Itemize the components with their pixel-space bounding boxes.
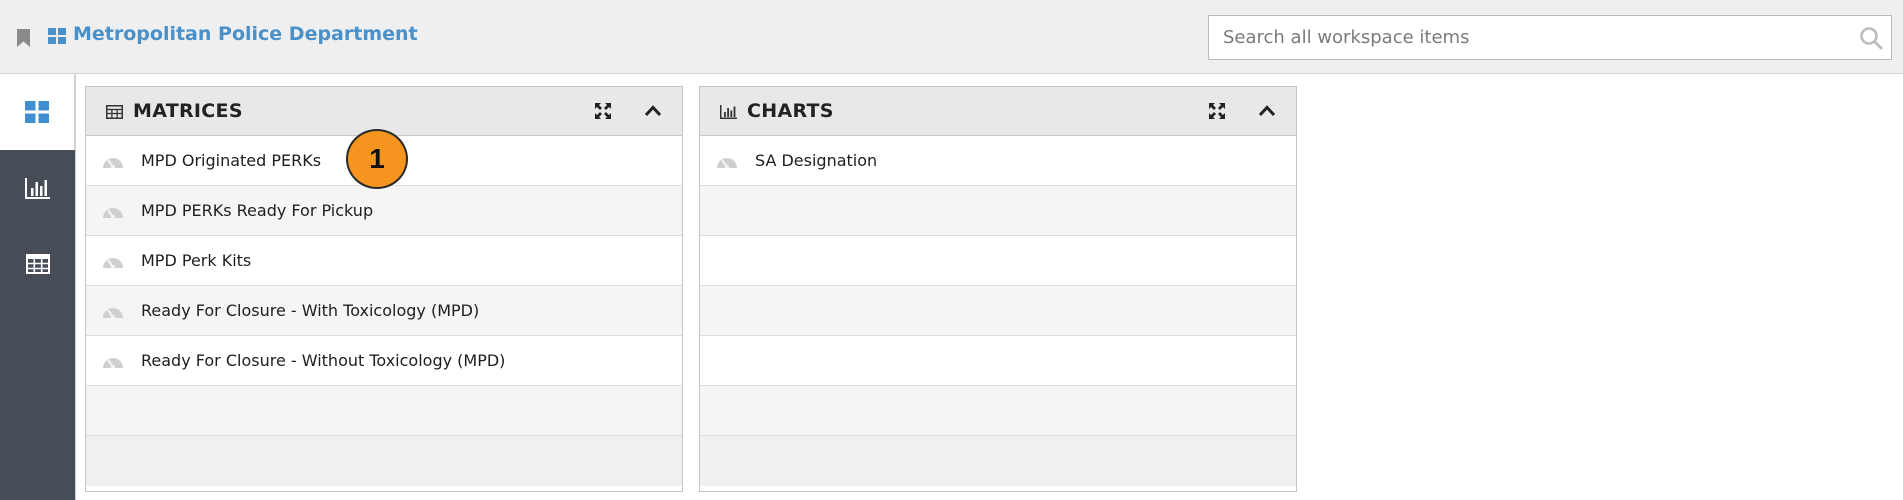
charts-panel-header: CHARTS	[700, 87, 1296, 136]
bookmark-icon[interactable]	[15, 28, 32, 48]
matrices-list: MPD Originated PERKs MPD PERKs Ready For…	[86, 136, 682, 486]
list-item-label: Ready For Closure - Without Toxicology (…	[141, 351, 506, 370]
nav-charts[interactable]	[0, 150, 75, 226]
gauge-icon	[717, 158, 737, 169]
list-item[interactable]: MPD PERKs Ready For Pickup	[86, 186, 682, 236]
nav-dashboards[interactable]	[0, 74, 75, 150]
list-item-label: SA Designation	[755, 151, 878, 170]
list-item[interactable]: MPD Perk Kits	[86, 236, 682, 286]
list-item[interactable]: Ready For Closure - With Toxicology (MPD…	[86, 286, 682, 336]
list-item[interactable]: SA Designation	[700, 136, 1296, 186]
empty-row	[700, 386, 1296, 436]
empty-row	[700, 436, 1296, 486]
nav-matrices[interactable]	[0, 226, 75, 302]
bar-chart-icon	[24, 178, 50, 199]
left-nav-rail	[0, 74, 75, 500]
empty-row	[700, 186, 1296, 236]
charts-panel-title: CHARTS	[747, 100, 834, 122]
rail-divider	[75, 74, 76, 500]
matrices-panel-header: MATRICES	[86, 87, 682, 136]
charts-panel: CHARTS SA Designation	[699, 86, 1297, 492]
step-callout-badge: 1	[346, 129, 408, 189]
list-item-label: MPD Perk Kits	[141, 251, 252, 270]
chevron-up-icon[interactable]	[644, 103, 662, 119]
expand-icon[interactable]	[1208, 102, 1226, 120]
top-header: Metropolitan Police Department	[0, 0, 1903, 74]
empty-row	[700, 236, 1296, 286]
chevron-up-icon[interactable]	[1258, 103, 1276, 119]
table-icon	[106, 105, 123, 119]
empty-row	[86, 386, 682, 436]
list-item-label: MPD PERKs Ready For Pickup	[141, 201, 374, 220]
dashboard-grid-icon	[48, 28, 66, 44]
gauge-icon	[103, 258, 123, 269]
gauge-icon	[103, 358, 123, 369]
search-box	[1208, 15, 1892, 60]
gauge-icon	[103, 208, 123, 219]
matrices-panel-title: MATRICES	[133, 100, 243, 122]
search-input[interactable]	[1209, 16, 1829, 59]
gauge-icon	[103, 158, 123, 169]
empty-row	[86, 436, 682, 486]
list-item[interactable]: Ready For Closure - Without Toxicology (…	[86, 336, 682, 386]
workspace-title[interactable]: Metropolitan Police Department	[73, 23, 418, 45]
dashboard-grid-icon	[25, 101, 49, 123]
empty-row	[700, 286, 1296, 336]
expand-icon[interactable]	[594, 102, 612, 120]
list-item-label: Ready For Closure - With Toxicology (MPD…	[141, 301, 480, 320]
search-icon[interactable]	[1859, 26, 1883, 50]
table-icon	[25, 254, 50, 274]
charts-list: SA Designation	[700, 136, 1296, 486]
bar-chart-icon	[720, 105, 737, 119]
list-item-label: MPD Originated PERKs	[141, 151, 322, 170]
gauge-icon	[103, 308, 123, 319]
empty-row	[700, 336, 1296, 386]
